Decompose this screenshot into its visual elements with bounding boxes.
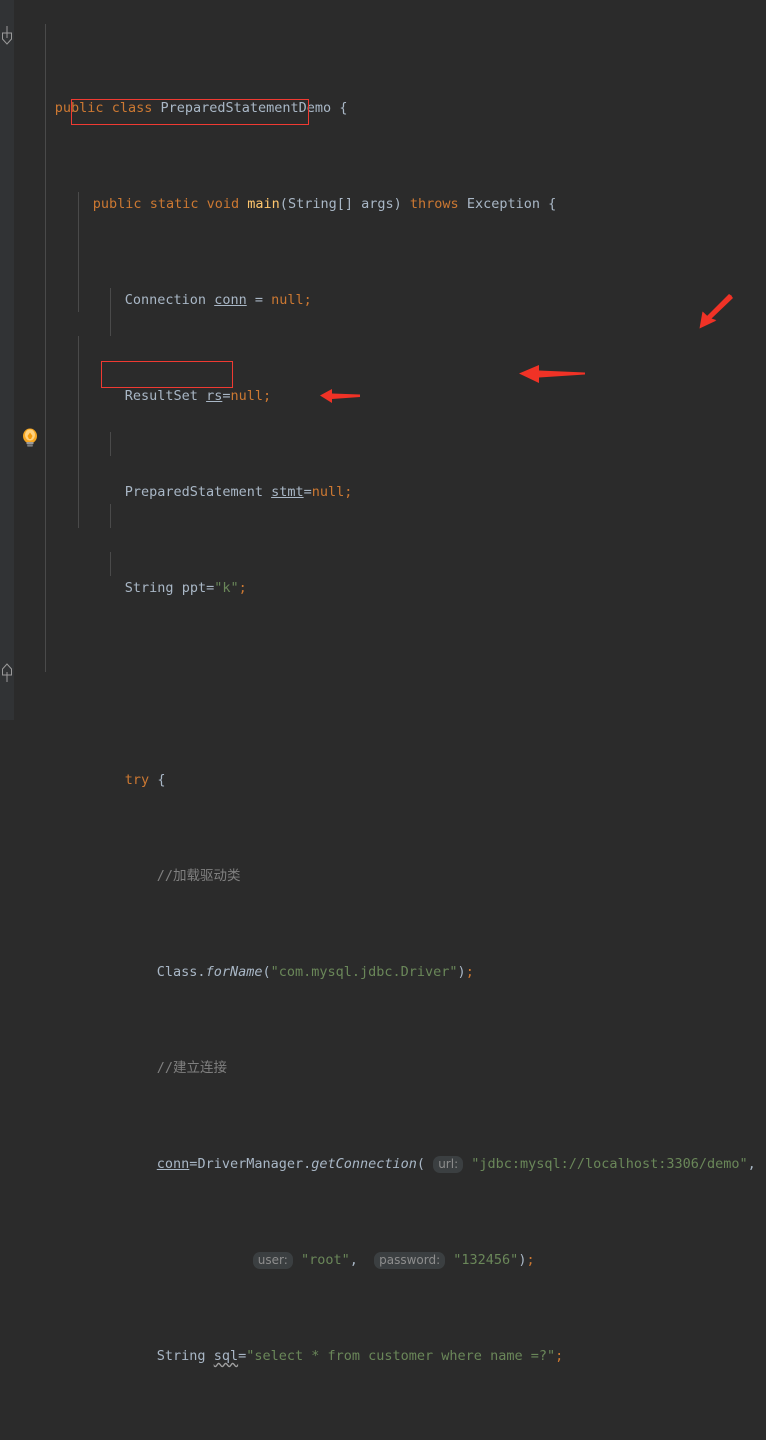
keyword-null: null <box>230 388 263 404</box>
keyword-static: static <box>149 196 199 212</box>
code-line[interactable]: String sql="select * from customer where… <box>0 1320 766 1364</box>
code-line[interactable]: Class.forName("com.mysql.jdbc.Driver"); <box>0 936 766 980</box>
paren: ) <box>518 1252 527 1268</box>
code-line[interactable]: stmt=conn.prepareStatement( sql: "select… <box>0 1416 766 1440</box>
type-string: String <box>156 1348 206 1364</box>
comment-connect: //建立连接 <box>156 1060 228 1076</box>
var-conn: conn <box>214 292 247 308</box>
var-conn: conn <box>156 1156 190 1172</box>
string-root: "root" <box>300 1252 350 1268</box>
comma: , <box>349 1252 358 1268</box>
keyword-null: null <box>311 484 345 500</box>
code-line[interactable]: conn=DriverManager.getConnection( url: "… <box>0 1128 766 1173</box>
var-rs: rs <box>206 388 223 404</box>
string-sql-customer: "select * from customer where name =?" <box>246 1348 556 1364</box>
red-arrow-left-set-string <box>519 364 585 384</box>
semicolon: ; <box>238 580 247 596</box>
semicolon: ; <box>465 964 474 980</box>
class-DriverManager: DriverManager <box>197 1156 304 1172</box>
code-line[interactable]: //建立连接 <box>0 1032 766 1076</box>
code-line[interactable]: public class PreparedStatementDemo { <box>0 72 766 116</box>
code-editor[interactable]: public class PreparedStatementDemo { pub… <box>0 0 766 1364</box>
method-getConnection: getConnection <box>311 1156 417 1172</box>
brackets: [] <box>336 196 362 212</box>
code-line[interactable]: String ppt="k"; <box>0 552 766 596</box>
code-line[interactable]: try { <box>0 744 766 788</box>
equals: = <box>254 292 263 308</box>
dot: . <box>197 964 206 980</box>
red-arrow-diagonal-sql-string <box>686 294 736 336</box>
semicolon: ; <box>303 292 312 308</box>
string-password: "132456" <box>453 1252 519 1268</box>
code-line[interactable]: ResultSet rs=null; <box>0 360 766 404</box>
keyword-public: public <box>54 100 104 116</box>
inlay-hint-user[interactable]: user: <box>252 1252 293 1269</box>
comma: , <box>747 1156 756 1172</box>
param-args: args <box>361 196 394 212</box>
class-Class: Class <box>156 964 198 980</box>
paren: ( <box>279 196 288 212</box>
method-main: main <box>247 196 280 212</box>
equals: = <box>206 580 215 596</box>
semicolon: ; <box>526 1252 535 1268</box>
keyword-try: try <box>124 772 150 788</box>
code-line[interactable]: PreparedStatement stmt=null; <box>0 456 766 500</box>
keyword-null: null <box>271 292 304 308</box>
semicolon: ; <box>344 484 353 500</box>
brace-open: { <box>339 100 348 116</box>
code-line[interactable]: user: "root", password: "132456"); <box>0 1224 766 1269</box>
comment-load-driver: //加载驱动类 <box>156 868 241 884</box>
semicolon: ; <box>555 1348 564 1364</box>
var-sql: sql <box>213 1348 239 1364</box>
type-exception: Exception <box>466 196 540 212</box>
keyword-throws: throws <box>409 196 459 212</box>
dot: . <box>303 1156 312 1172</box>
type-string: String <box>124 580 174 596</box>
class-name: PreparedStatementDemo <box>160 100 332 116</box>
string-url: "jdbc:mysql://localhost:3306/demo" <box>471 1156 748 1172</box>
brace-open: { <box>548 196 557 212</box>
type-prepared-statement: PreparedStatement <box>124 484 263 500</box>
keyword-public: public <box>92 196 142 212</box>
semicolon: ; <box>263 388 272 404</box>
brace-open: { <box>157 772 166 788</box>
type-resultset: ResultSet <box>124 388 198 404</box>
method-forName: forName <box>205 964 263 980</box>
code-line-blank[interactable] <box>0 648 766 672</box>
code-content[interactable]: public class PreparedStatementDemo { pub… <box>0 0 766 1364</box>
string-driver: "com.mysql.jdbc.Driver" <box>270 964 458 980</box>
string-k: "k" <box>214 580 239 596</box>
type-string: String <box>287 196 337 212</box>
code-line[interactable]: Connection conn = null; <box>0 264 766 308</box>
inlay-hint-url[interactable]: url: <box>433 1156 464 1173</box>
equals: = <box>303 484 312 500</box>
equals: = <box>189 1156 198 1172</box>
inlay-hint-password[interactable]: password: <box>374 1252 446 1269</box>
code-line[interactable]: //加载驱动类 <box>0 840 766 884</box>
paren: ) <box>393 196 402 212</box>
paren: ( <box>262 964 271 980</box>
type-connection: Connection <box>124 292 207 308</box>
paren: ) <box>457 964 466 980</box>
var-ppt: ppt <box>181 580 207 596</box>
keyword-void: void <box>206 196 240 212</box>
paren: ( <box>416 1156 426 1172</box>
code-line[interactable]: public static void main(String[] args) t… <box>0 168 766 212</box>
var-stmt: stmt <box>271 484 304 500</box>
keyword-class: class <box>111 100 153 116</box>
red-arrow-left-execute-query <box>320 388 360 404</box>
equals: = <box>238 1348 247 1364</box>
